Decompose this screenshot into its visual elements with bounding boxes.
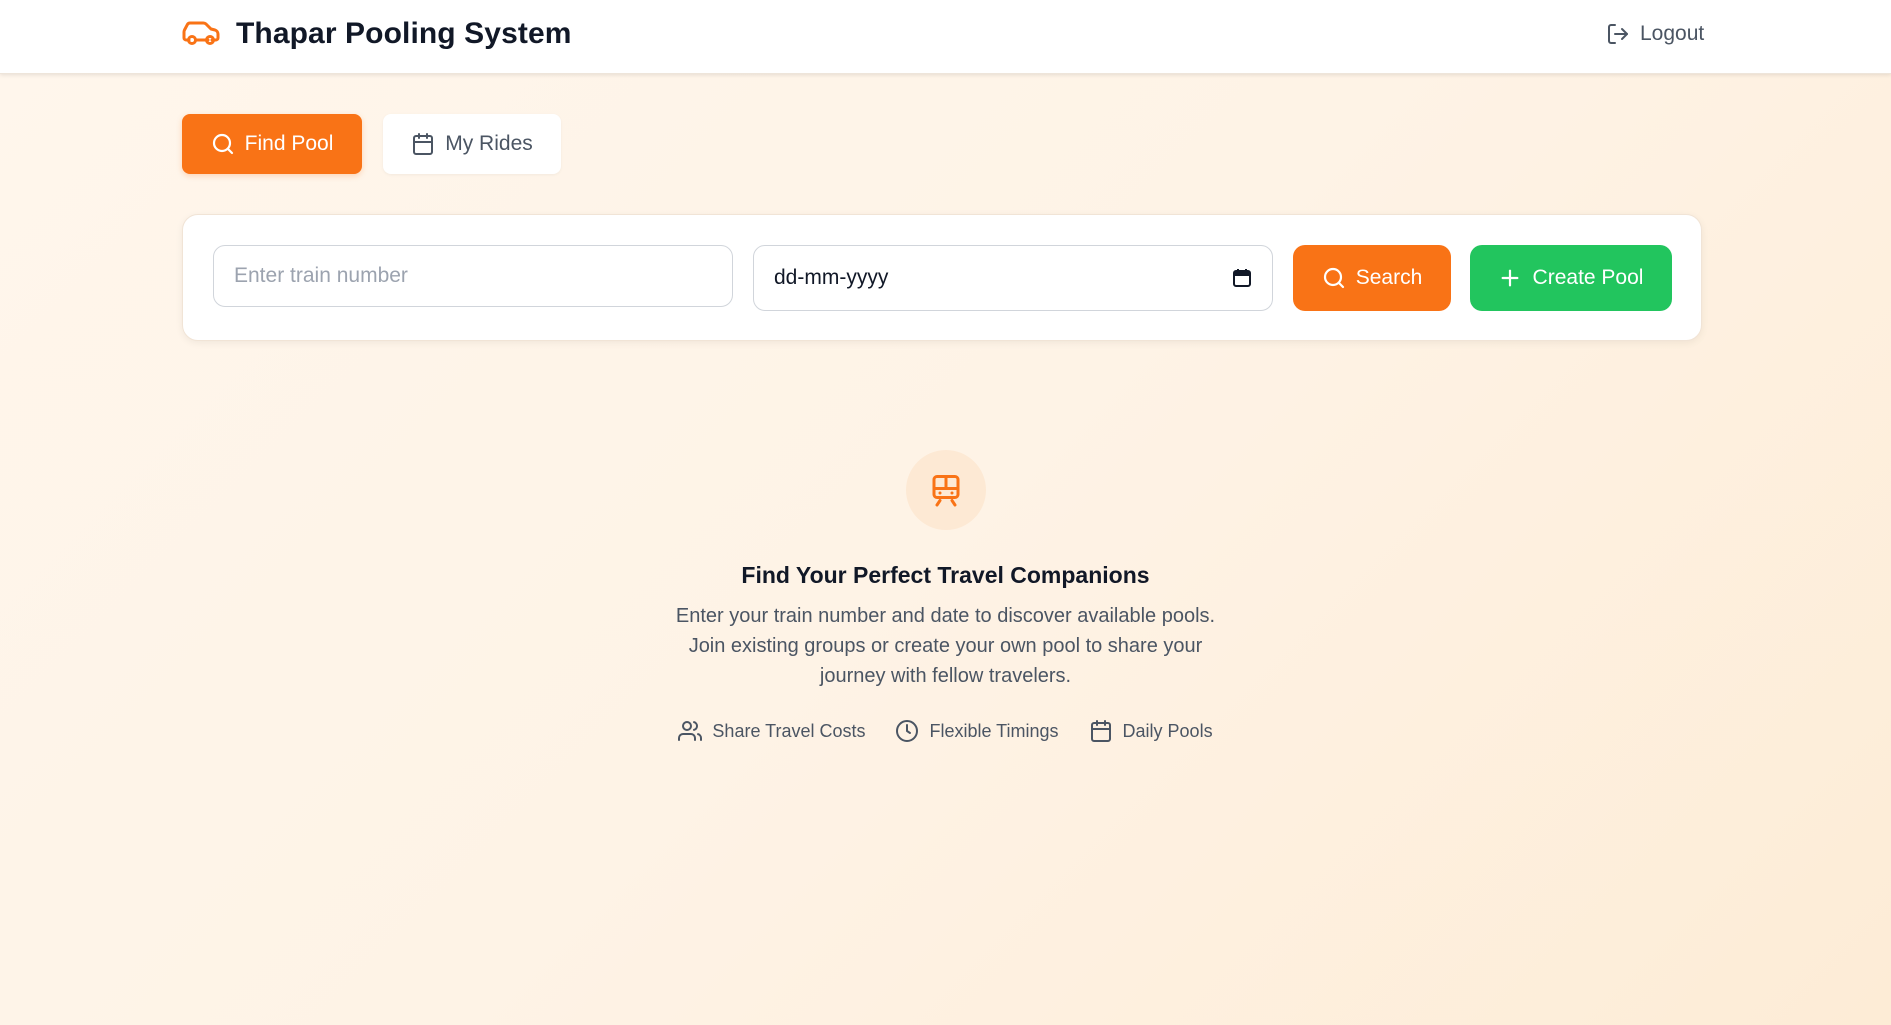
feature-label: Daily Pools (1122, 720, 1213, 741)
train-icon-badge (905, 450, 986, 530)
users-icon (678, 719, 703, 743)
search-button[interactable]: Search (1293, 245, 1451, 311)
clock-icon (895, 719, 919, 743)
calendar-icon (1089, 719, 1113, 743)
date-input[interactable]: dd-mm-yyyy (753, 245, 1273, 311)
brand[interactable]: Thapar Pooling System (182, 14, 572, 54)
tab-my-rides-label: My Rides (445, 132, 533, 155)
search-icon (1322, 266, 1346, 290)
feature-label: Flexible Timings (929, 720, 1059, 741)
create-pool-label: Create Pool (1532, 266, 1644, 289)
logout-label: Logout (1640, 22, 1705, 45)
car-icon (182, 21, 220, 47)
calendar-icon (411, 132, 435, 156)
feature-list: Share Travel Costs Flexible Timings Dail… (678, 719, 1213, 743)
empty-state-description: Enter your train number and date to disc… (675, 605, 1216, 687)
calendar-picker-icon[interactable] (1232, 268, 1252, 288)
empty-state: Find Your Perfect Travel Companions Ente… (0, 450, 1891, 743)
empty-state-title: Find Your Perfect Travel Companions (741, 562, 1150, 588)
main-tabs: Find Pool My Rides (182, 114, 561, 174)
logout-button[interactable]: Logout (1606, 18, 1704, 50)
tab-my-rides[interactable]: My Rides (383, 114, 561, 174)
search-icon (211, 132, 235, 156)
app-title: Thapar Pooling System (236, 17, 572, 50)
search-panel: dd-mm-yyyy Search Create Pool (182, 214, 1702, 341)
train-number-input[interactable] (213, 245, 733, 307)
date-input-value: dd-mm-yyyy (774, 266, 889, 289)
train-icon (928, 471, 964, 509)
tab-find-pool-label: Find Pool (244, 132, 334, 155)
create-pool-button[interactable]: Create Pool (1470, 245, 1672, 311)
feature-item: Share Travel Costs (678, 719, 865, 743)
feature-item: Daily Pools (1089, 719, 1213, 743)
search-button-label: Search (1355, 266, 1423, 289)
feature-label: Share Travel Costs (712, 720, 866, 741)
plus-icon (1499, 267, 1521, 289)
tab-find-pool[interactable]: Find Pool (182, 114, 362, 174)
top-navbar: Thapar Pooling System Logout (0, 0, 1891, 74)
feature-item: Flexible Timings (895, 719, 1059, 743)
logout-icon (1606, 22, 1630, 46)
